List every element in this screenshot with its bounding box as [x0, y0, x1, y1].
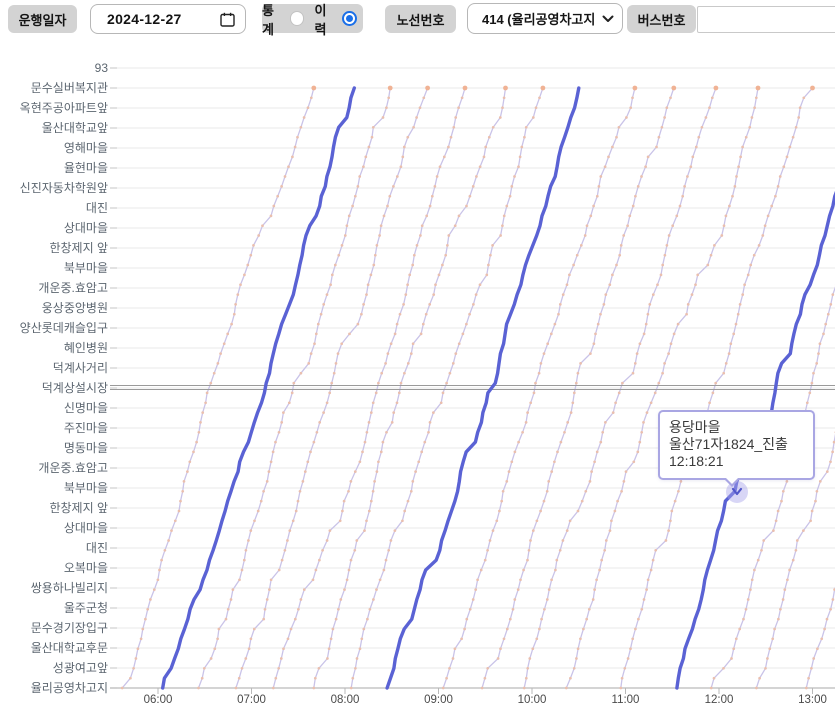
x-axis-label: 07:00 [230, 694, 274, 706]
x-axis: 06:00 07:00 08:00 09:00 10:00 11:00 12:00 13:00 [0, 0, 835, 709]
x-axis-label: 11:00 [604, 694, 648, 706]
x-axis-label: 08:00 [323, 694, 367, 706]
x-axis-label: 06:00 [136, 694, 180, 706]
x-axis-label: 13:00 [791, 694, 835, 706]
x-axis-label: 09:00 [417, 694, 461, 706]
tooltip-bus: 울산71자1824_진출 [669, 436, 803, 453]
tooltip-pointer [723, 478, 741, 487]
tooltip-time: 12:18:21 [669, 453, 803, 470]
bus-history-app: 운행일자 2024-12-27 통계 이력 노선번호 414 (율리공영차고지 … [0, 0, 835, 709]
x-axis-label: 10:00 [510, 694, 554, 706]
tooltip: 용당마을 울산71자1824_진출 12:18:21 [658, 410, 815, 480]
tooltip-stop: 용당마을 [669, 419, 803, 436]
x-axis-label: 12:00 [697, 694, 741, 706]
